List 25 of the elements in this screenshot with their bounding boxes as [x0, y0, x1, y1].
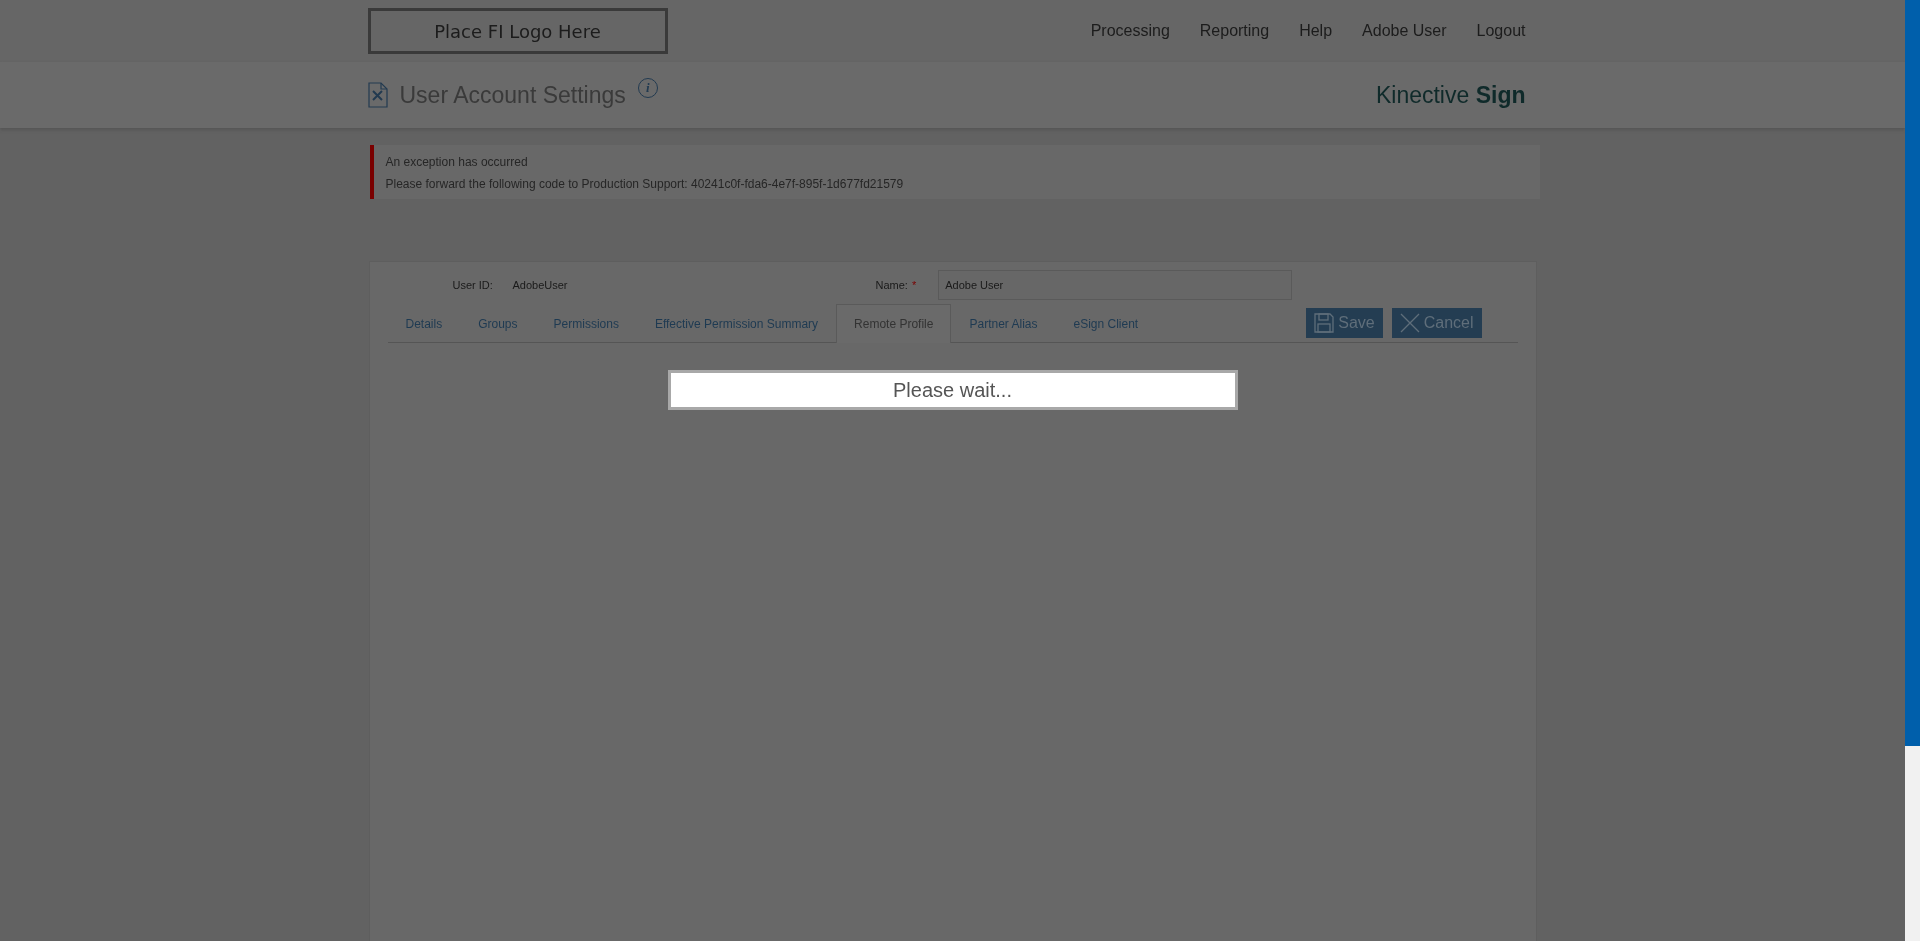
save-button[interactable]: Save: [1306, 308, 1383, 338]
nav-link[interactable]: Reporting: [1199, 22, 1270, 40]
brand-logo: Kinective Sign: [1375, 81, 1527, 109]
tab[interactable]: eSign Client: [1055, 304, 1157, 343]
logo-text: Place FI Logo Here: [434, 20, 601, 42]
tab[interactable]: Permissions: [535, 304, 637, 343]
user-id-value: AdobeUser: [512, 279, 569, 291]
scrollbar[interactable]: [1905, 0, 1920, 941]
tab[interactable]: Partner Alias: [951, 304, 1056, 343]
name-field[interactable]: Adobe User: [938, 270, 1293, 300]
loading-message: Please wait...: [667, 370, 1238, 410]
required-mark: *: [911, 279, 917, 291]
cancel-button[interactable]: Cancel: [1391, 308, 1482, 338]
tab[interactable]: Groups: [460, 304, 536, 343]
nav-link[interactable]: Processing: [1090, 22, 1170, 40]
tab[interactable]: Effective Permission Summary: [636, 304, 837, 343]
alert-text: An exception has occurred: [385, 155, 529, 169]
tab[interactable]: Details: [387, 304, 461, 343]
nav-link[interactable]: Logout: [1476, 22, 1526, 40]
close-icon: [1399, 313, 1420, 333]
nav-link[interactable]: Help: [1299, 22, 1333, 40]
nav-link[interactable]: Adobe User: [1362, 22, 1447, 40]
user-id-label: User ID:: [452, 279, 494, 291]
name-label: Name:: [875, 279, 908, 291]
alert-text: Please forward the following code to Production Support: 40241c0f-fda6-4e7f-895f-1d677fd21579: [385, 177, 905, 191]
